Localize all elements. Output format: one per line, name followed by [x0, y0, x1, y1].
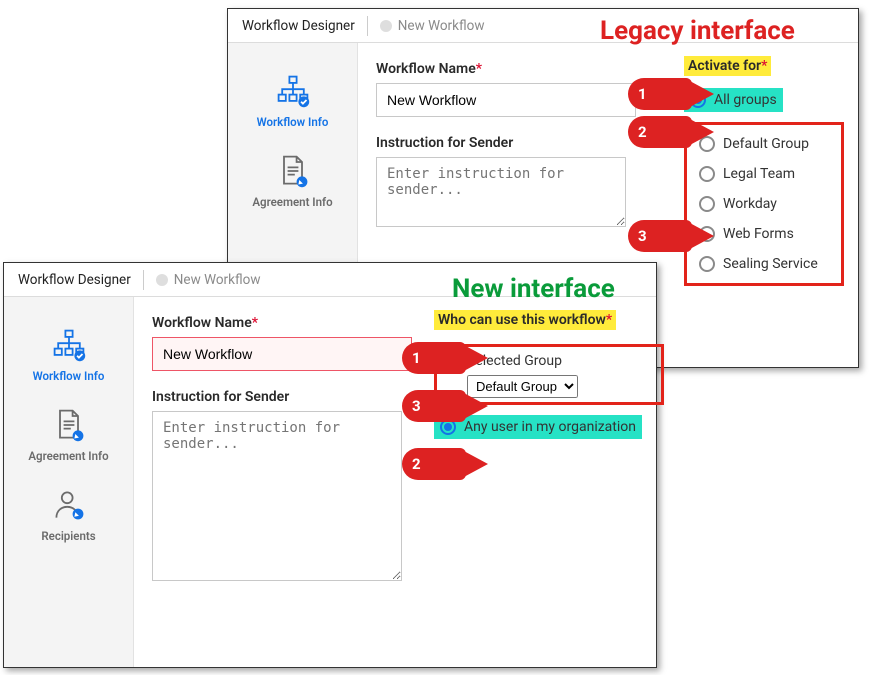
main-content: Workflow Name* Instruction for Sender Wh…: [134, 297, 656, 667]
status-dot-icon: [380, 20, 392, 32]
sidebar-item-agreement-info[interactable]: Agreement Info: [4, 393, 133, 473]
sidebar-item-label: Workflow Info: [33, 369, 105, 383]
radio-group-option[interactable]: Legal Team: [693, 159, 835, 189]
radio-label: Any user in my organization: [464, 419, 636, 435]
workflow-name-input[interactable]: [376, 83, 636, 117]
workflow-info-icon: [51, 327, 87, 363]
header-title: Workflow Designer: [242, 18, 355, 34]
radio-group-option[interactable]: Web Forms: [693, 219, 835, 249]
legacy-banner: Legacy interface: [600, 16, 795, 46]
radio-icon: [699, 166, 715, 182]
header-subtitle: New Workflow: [398, 18, 485, 34]
sidebar-item-label: Recipients: [41, 529, 95, 543]
new-panel: Workflow Designer New Workflow Workflow …: [3, 262, 657, 668]
radio-group-option[interactable]: Sealing Service: [693, 249, 835, 279]
instruction-textarea[interactable]: [152, 411, 402, 581]
sidebar-item-label: Agreement Info: [252, 195, 332, 209]
callout-3: 3: [402, 390, 466, 422]
radio-label: All groups: [714, 92, 777, 108]
sidebar-item-label: Agreement Info: [28, 449, 108, 463]
radio-label: Workday: [723, 196, 777, 212]
header-subtitle: New Workflow: [174, 272, 261, 288]
workflow-name-input[interactable]: [152, 337, 412, 371]
callout-3: 3: [628, 220, 692, 252]
agreement-info-icon: [275, 153, 311, 189]
radio-group-option[interactable]: Workday: [693, 189, 835, 219]
radio-icon: [699, 256, 715, 272]
radio-group-option[interactable]: Default Group: [693, 129, 835, 159]
group-options-box: Default Group Legal Team Workday Web For…: [684, 122, 844, 286]
new-banner: New interface: [452, 274, 615, 304]
recipients-icon: [51, 487, 87, 523]
sidebar-item-workflow-info[interactable]: Workflow Info: [4, 313, 133, 393]
radio-any-user[interactable]: Any user in my organization: [440, 417, 636, 437]
activate-for-label: Activate for*: [684, 56, 771, 76]
radio-label: Legal Team: [723, 166, 795, 182]
sidebar: Workflow Info Agreement Info Recipients: [4, 297, 134, 667]
header-divider: [143, 270, 144, 290]
radio-label: Sealing Service: [723, 256, 818, 272]
callout-1: 1: [628, 78, 692, 110]
radio-label: Default Group: [723, 136, 809, 152]
sidebar-item-agreement-info[interactable]: Agreement Info: [228, 139, 357, 219]
header-title: Workflow Designer: [18, 272, 131, 288]
who-can-label: Who can use this workflow*: [434, 310, 616, 330]
status-dot-icon: [156, 274, 168, 286]
instruction-textarea[interactable]: [376, 157, 626, 227]
radio-icon: [699, 196, 715, 212]
radio-label: Web Forms: [723, 226, 794, 242]
sidebar-item-label: Workflow Info: [257, 115, 329, 129]
workflow-info-icon: [275, 73, 311, 109]
agreement-info-icon: [51, 407, 87, 443]
header-divider: [367, 16, 368, 36]
callout-2: 2: [628, 116, 692, 148]
sidebar-item-recipients[interactable]: Recipients: [4, 473, 133, 553]
sidebar-item-workflow-info[interactable]: Workflow Info: [228, 59, 357, 139]
callout-1: 1: [402, 342, 466, 374]
callout-2: 2: [402, 448, 466, 480]
